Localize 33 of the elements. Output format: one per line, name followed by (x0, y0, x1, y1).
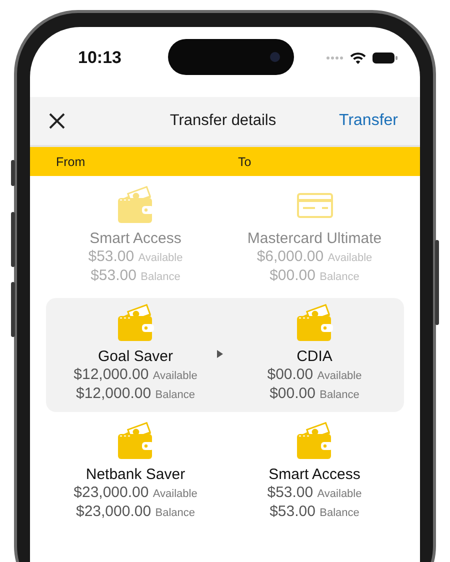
signal-icon (326, 56, 344, 60)
arrow-icon (217, 350, 223, 358)
account-name: CDIA (296, 348, 332, 366)
account-name: Netbank Saver (86, 466, 186, 484)
balance-amount: $53.00 Balance (90, 267, 180, 286)
available-amount: $53.00 Available (88, 248, 183, 267)
account-name: Goal Saver (98, 348, 174, 366)
balance-amount: $53.00 Balance (270, 503, 360, 522)
balance-amount: $00.00 Balance (270, 267, 360, 286)
available-amount: $6,000.00 Available (256, 248, 372, 267)
account-name: Smart Access (90, 230, 182, 248)
battery-icon (372, 52, 398, 64)
column-header: To (238, 154, 252, 168)
selected-transfer-row[interactable]: Goal Saver $12,000.00 Available $12,000.00 Balance CDIA $00.00 Available $00.00 Balance (46, 298, 404, 412)
close-button[interactable] (48, 112, 66, 130)
wallet-icon (116, 304, 156, 342)
balance-amount: $12,000.00 Balance (76, 385, 195, 404)
status-time: 10:13 (78, 48, 122, 68)
wifi-icon (350, 52, 366, 64)
balance-amount: $00.00 Balance (270, 385, 360, 404)
transfer-row[interactable]: Smart Access $53.00 Available $53.00 Balance Mastercard Ultimate $6,000.00 Available $00.00 Balance (46, 180, 404, 294)
available-amount: $53.00 Available (267, 484, 362, 503)
transfer-row[interactable]: Netbank Saver $23,000.00 Available $23,000.00 Balance Smart Access $53.00 Available $53.00 Balance (46, 416, 404, 530)
account-name: Mastercard Ultimate (247, 230, 382, 248)
available-amount: $00.00 Available (267, 366, 362, 385)
wallet-icon (294, 304, 334, 342)
available-amount: $12,000.00 Available (74, 366, 198, 385)
available-amount: $23,000.00 Available (74, 484, 198, 503)
account-name: Smart Access (268, 466, 360, 484)
screen-title: Transfer details (170, 112, 276, 130)
balance-amount: $23,000.00 Balance (76, 503, 195, 522)
transfer-link[interactable]: Transfer (339, 112, 398, 130)
column-header: From (56, 154, 86, 168)
